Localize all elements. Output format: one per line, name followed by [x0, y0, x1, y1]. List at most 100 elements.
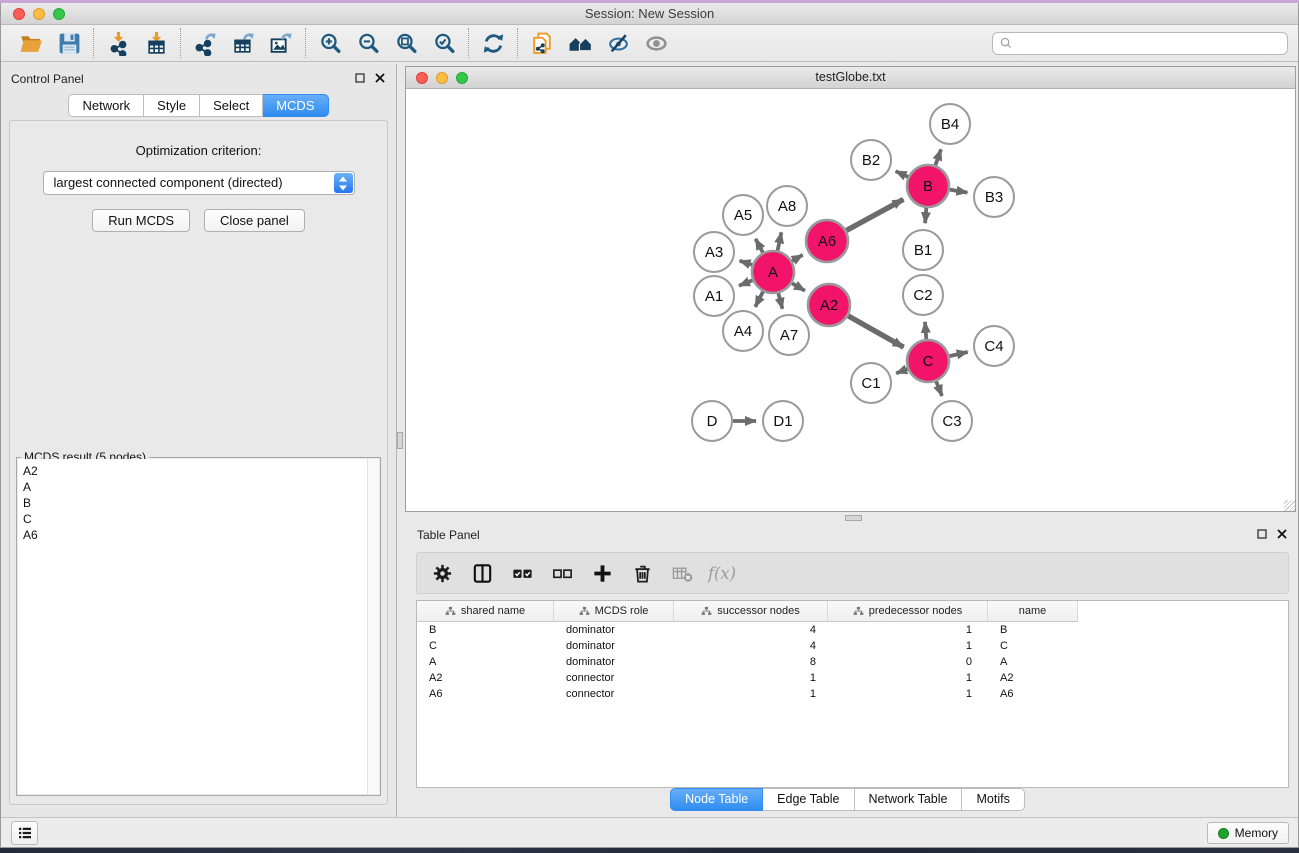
run-mcds-button[interactable]: Run MCDS [92, 209, 190, 232]
edge-C-C2[interactable] [925, 322, 926, 339]
resize-grip-icon[interactable] [1284, 500, 1295, 511]
close-window-button[interactable] [13, 8, 25, 20]
zoom-window-button[interactable] [53, 8, 65, 20]
result-item[interactable]: A6 [23, 527, 379, 543]
select-all-checkboxes-button[interactable] [503, 557, 541, 589]
column-header-name[interactable]: name [988, 601, 1078, 622]
close-panel-button[interactable]: Close panel [204, 209, 305, 232]
delete-columns-button[interactable] [623, 557, 661, 589]
splitter-handle-vertical[interactable] [397, 432, 403, 449]
node-A7[interactable]: A7 [769, 315, 809, 355]
column-header-successor-nodes[interactable]: successor nodes [674, 601, 828, 622]
show-all-button[interactable] [637, 28, 675, 58]
search-field[interactable] [992, 32, 1288, 55]
table-row[interactable]: A2connector11A2 [417, 670, 1288, 686]
node-A8[interactable]: A8 [767, 186, 807, 226]
show-columns-button[interactable] [463, 557, 501, 589]
hide-selected-button[interactable] [599, 28, 637, 58]
edge-A-A4[interactable] [755, 292, 763, 307]
tab-network[interactable]: Network [68, 94, 144, 117]
task-history-button[interactable] [11, 821, 38, 845]
criterion-select[interactable]: largest connected component (directed) [43, 171, 355, 195]
column-header-predecessor-nodes[interactable]: predecessor nodes [828, 601, 988, 622]
node-C[interactable]: C [907, 340, 949, 382]
node-D[interactable]: D [692, 401, 732, 441]
result-item[interactable]: B [23, 495, 379, 511]
node-C1[interactable]: C1 [851, 363, 891, 403]
edge-A6-B[interactable] [846, 199, 903, 230]
node-B3[interactable]: B3 [974, 177, 1014, 217]
column-header-shared-name[interactable]: shared name [417, 601, 554, 622]
deselect-all-checkboxes-button[interactable] [543, 557, 581, 589]
edge-A-A5[interactable] [756, 239, 763, 253]
export-network-button[interactable] [186, 28, 224, 58]
edge-B-B4[interactable] [935, 149, 941, 165]
node-A2[interactable]: A2 [808, 284, 850, 326]
node-C4[interactable]: C4 [974, 326, 1014, 366]
tab-motifs[interactable]: Motifs [962, 788, 1024, 811]
network-close-button[interactable] [416, 72, 428, 84]
edge-A2-C[interactable] [848, 316, 904, 347]
result-item[interactable]: C [23, 511, 379, 527]
edge-A-A1[interactable] [739, 280, 753, 286]
close-panel-icon[interactable] [374, 72, 386, 84]
save-session-button[interactable] [50, 28, 88, 58]
network-window-titlebar[interactable]: testGlobe.txt [406, 67, 1295, 89]
node-D1[interactable]: D1 [763, 401, 803, 441]
edge-B-B1[interactable] [925, 208, 926, 223]
network-canvas[interactable]: B4B2BB3A8A5A6B1A3AA1C2A2A4A7C4CC1C3DD1 [406, 89, 1295, 511]
float-table-panel-icon[interactable] [1256, 528, 1268, 540]
network-minimize-button[interactable] [436, 72, 448, 84]
table-row[interactable]: Adominator80A [417, 654, 1288, 670]
import-table-button[interactable] [137, 28, 175, 58]
edge-B-B2[interactable] [896, 171, 908, 177]
column-settings-button[interactable] [423, 557, 461, 589]
column-header-MCDS-role[interactable]: MCDS role [554, 601, 674, 622]
export-table-button[interactable] [224, 28, 262, 58]
result-scrollbar[interactable] [367, 459, 379, 794]
tab-edge-table[interactable]: Edge Table [763, 788, 854, 811]
table-row[interactable]: A6connector11A6 [417, 686, 1288, 702]
edge-A-A3[interactable] [740, 261, 753, 265]
node-A5[interactable]: A5 [723, 195, 763, 235]
node-C2[interactable]: C2 [903, 275, 943, 315]
memory-button[interactable]: Memory [1207, 822, 1289, 844]
tab-mcds[interactable]: MCDS [263, 94, 328, 117]
minimize-window-button[interactable] [33, 8, 45, 20]
open-session-button[interactable] [12, 28, 50, 58]
node-A4[interactable]: A4 [723, 311, 763, 351]
search-input[interactable] [1015, 34, 1287, 53]
node-B4[interactable]: B4 [930, 104, 970, 144]
network-zoom-button[interactable] [456, 72, 468, 84]
node-A3[interactable]: A3 [694, 232, 734, 272]
tab-select[interactable]: Select [200, 94, 263, 117]
zoom-fit-button[interactable] [387, 28, 425, 58]
mcds-result-list[interactable]: A2ABCA6 [18, 459, 379, 794]
edge-A-A6[interactable] [792, 255, 803, 261]
export-image-button[interactable] [262, 28, 300, 58]
node-C3[interactable]: C3 [932, 401, 972, 441]
result-item[interactable]: A [23, 479, 379, 495]
import-network-button[interactable] [99, 28, 137, 58]
edge-C-C4[interactable] [950, 352, 968, 356]
node-A6[interactable]: A6 [806, 220, 848, 262]
result-item[interactable]: A2 [23, 463, 379, 479]
first-neighbors-button[interactable] [561, 28, 599, 58]
float-panel-icon[interactable] [354, 72, 366, 84]
new-network-from-selection-button[interactable] [523, 28, 561, 58]
table-row[interactable]: Cdominator41C [417, 638, 1288, 654]
zoom-out-button[interactable] [349, 28, 387, 58]
close-table-panel-icon[interactable] [1276, 528, 1288, 540]
apply-layout-button[interactable] [474, 28, 512, 58]
node-A1[interactable]: A1 [694, 276, 734, 316]
edge-C-C3[interactable] [936, 381, 942, 396]
edge-A-A8[interactable] [778, 232, 782, 250]
tab-style[interactable]: Style [144, 94, 200, 117]
node-B[interactable]: B [907, 165, 949, 207]
node-B1[interactable]: B1 [903, 230, 943, 270]
zoom-in-button[interactable] [311, 28, 349, 58]
node-B2[interactable]: B2 [851, 140, 891, 180]
tab-network-table[interactable]: Network Table [855, 788, 963, 811]
table-row[interactable]: Bdominator41B [417, 622, 1288, 638]
zoom-selected-button[interactable] [425, 28, 463, 58]
